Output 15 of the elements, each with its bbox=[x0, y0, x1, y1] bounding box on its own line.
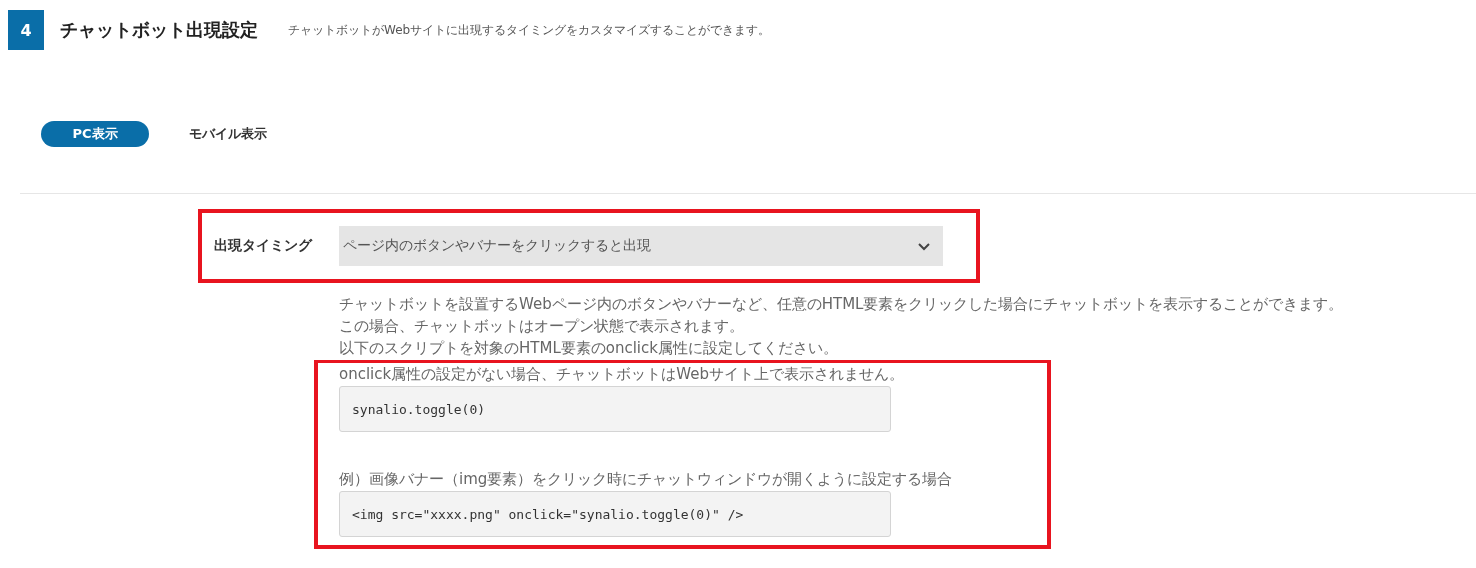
help-text: チャットボットを設置するWebページ内のボタンやバナーなど、任意のHTML要素をクリックした場合にチャットボットを表示することができます。 bbox=[339, 294, 1345, 315]
code-snippet: <img src="xxxx.png" onclick="synalio.toggle(0)" /> bbox=[339, 491, 891, 537]
field-label: 出現タイミング bbox=[214, 237, 314, 255]
help-text: 例）画像バナー（img要素）をクリック時にチャットウィンドウが開くように設定する場合 bbox=[339, 469, 954, 490]
code-snippet: synalio.toggle(0) bbox=[339, 386, 891, 432]
timing-select[interactable]: ページ内のボタンやバナーをクリックすると出現 bbox=[339, 226, 943, 266]
tab[interactable]: PC表示 bbox=[41, 121, 149, 147]
tab[interactable]: モバイル表示 bbox=[179, 121, 277, 147]
help-text: この場合、チャットボットはオープン状態で表示されます。 bbox=[339, 316, 745, 337]
help-text: 以下のスクリプトを対象のHTML要素のonclick属性に設定してください。 bbox=[339, 338, 839, 359]
help-text: onclick属性の設定がない場合、チャットボットはWebサイト上で表示されません。 bbox=[339, 364, 905, 385]
section-description: チャットボットがWebサイトに出現するタイミングをカスタマイズすることができます。 bbox=[288, 21, 771, 39]
section-number: 4 bbox=[8, 10, 44, 50]
section-title: チャットボット出現設定 bbox=[60, 18, 258, 42]
chevron-down-icon bbox=[917, 241, 931, 251]
